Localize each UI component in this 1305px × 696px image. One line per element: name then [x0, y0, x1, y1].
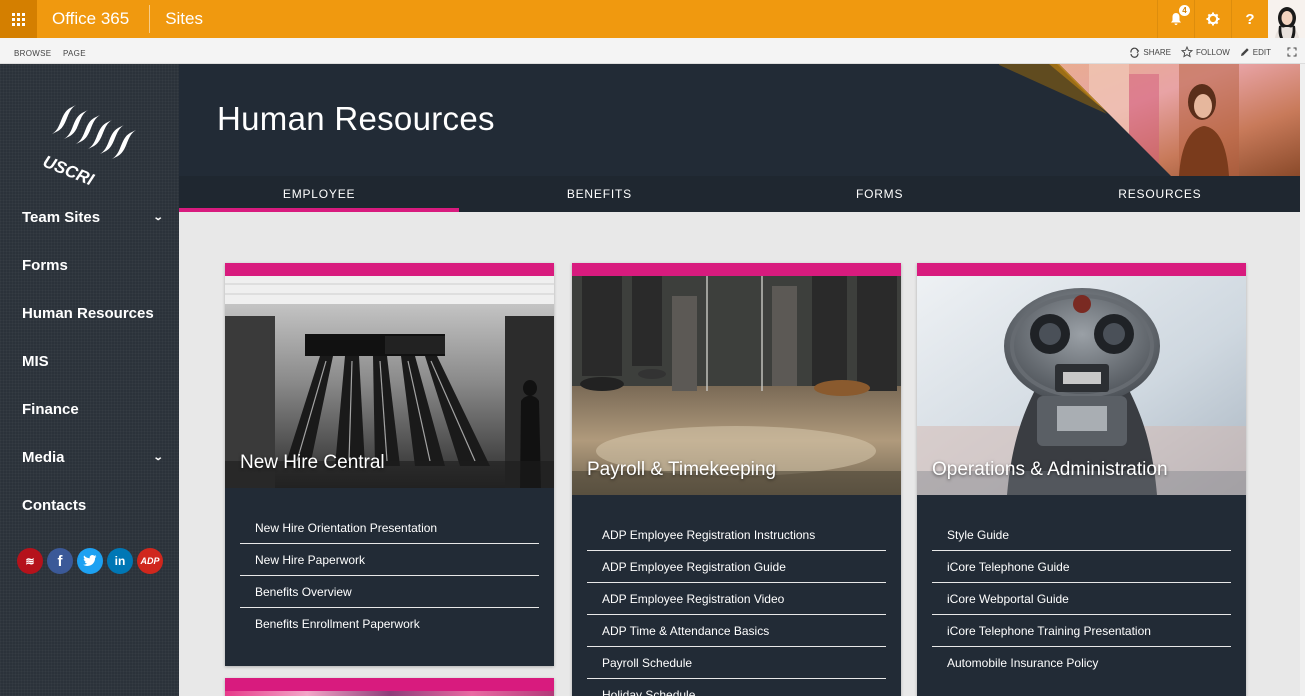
nav-label: Human Resources [22, 305, 154, 322]
card-link[interactable]: New Hire Paperwork [240, 544, 539, 576]
ribbon-tab-browse[interactable]: BROWSE [14, 49, 51, 58]
card-link-list: Style Guide iCore Telephone Guide iCore … [917, 495, 1246, 679]
share-button[interactable]: SHARE [1129, 47, 1171, 58]
nav-item-forms[interactable]: Forms [22, 257, 162, 274]
nav-item-human-resources[interactable]: Human Resources [22, 305, 162, 322]
card-link[interactable]: iCore Telephone Guide [932, 551, 1231, 583]
card-new-hire-central: New Hire Central New Hire Orientation Pr… [225, 263, 554, 666]
card-link[interactable]: Holiday Schedule [587, 679, 886, 696]
card-accent-bar [572, 263, 901, 276]
card-accent-bar [917, 263, 1246, 276]
card-link[interactable]: Payroll Schedule [587, 647, 886, 679]
section-tabs: EMPLOYEE BENEFITS FORMS RESOURCES [179, 176, 1300, 212]
card-title[interactable]: Payroll & Timekeeping [587, 459, 776, 481]
card-link[interactable]: ADP Time & Attendance Basics [587, 615, 886, 647]
nav-label: Media [22, 449, 65, 466]
ribbon-bar: BROWSE PAGE SHARE FOLLOW EDIT [0, 38, 1305, 64]
gear-icon [1206, 12, 1220, 26]
card-link[interactable]: iCore Webportal Guide [932, 583, 1231, 615]
linkedin-icon[interactable]: in [107, 548, 133, 574]
card-link-list: ADP Employee Registration Instructions A… [572, 495, 901, 696]
help-icon: ? [1245, 10, 1255, 28]
uscri-logo[interactable]: USCRI [34, 84, 144, 194]
card-title[interactable]: New Hire Central [240, 452, 385, 474]
edit-label: EDIT [1252, 47, 1271, 57]
card-image[interactable]: New Hire Central [225, 276, 554, 488]
follow-label: FOLLOW [1195, 47, 1230, 57]
hero-banner: Human Resources EMPLOYEE BENEFITS FORMS … [179, 64, 1300, 212]
card-link[interactable]: Benefits Enrollment Paperwork [240, 608, 539, 640]
nav-item-media[interactable]: Media ⌄ [22, 449, 163, 466]
share-icon [1130, 47, 1140, 58]
logo-text: USCRI [40, 152, 97, 190]
card-next-partial [225, 678, 554, 696]
app-launcher-icon[interactable] [0, 0, 37, 38]
card-link[interactable]: ADP Employee Registration Video [587, 583, 886, 615]
edit-button[interactable]: EDIT [1240, 47, 1271, 57]
office365-brand[interactable]: Office 365 [37, 0, 149, 38]
nav-label: Contacts [22, 497, 87, 514]
share-label: SHARE [1143, 47, 1171, 57]
card-payroll-timekeeping: Payroll & Timekeeping ADP Employee Regis… [572, 263, 901, 696]
card-link[interactable]: ADP Employee Registration Instructions [587, 519, 886, 551]
pencil-icon [1240, 48, 1249, 56]
hero-photo [999, 64, 1300, 176]
settings-button[interactable] [1194, 0, 1231, 38]
nav-item-mis[interactable]: MIS [22, 353, 162, 370]
card-title[interactable]: Operations & Administration [932, 459, 1168, 481]
sites-link[interactable]: Sites [150, 9, 203, 29]
card-image[interactable]: Operations & Administration [917, 276, 1246, 495]
nav-label: Forms [22, 257, 68, 274]
fullscreen-icon [1287, 47, 1297, 57]
tab-resources[interactable]: RESOURCES [1020, 176, 1300, 212]
card-link-list: New Hire Orientation Presentation New Hi… [225, 488, 554, 640]
tab-employee[interactable]: EMPLOYEE [179, 176, 460, 212]
ribbon-tab-page[interactable]: PAGE [63, 49, 86, 58]
card-accent-bar [225, 678, 554, 691]
tab-forms[interactable]: FORMS [740, 176, 1020, 212]
twitter-icon[interactable] [77, 548, 103, 574]
star-icon [1180, 46, 1193, 58]
nav-item-contacts[interactable]: Contacts [22, 497, 162, 514]
tab-benefits[interactable]: BENEFITS [459, 176, 739, 212]
facebook-icon[interactable]: f [47, 548, 73, 574]
card-link[interactable]: ADP Employee Registration Guide [587, 551, 886, 583]
nav-item-team-sites[interactable]: Team Sites ⌄ [22, 209, 163, 226]
uscri-social-icon[interactable]: ≋ [17, 548, 43, 574]
user-avatar[interactable] [1268, 0, 1305, 38]
card-operations-administration: Operations & Administration Style Guide … [917, 263, 1246, 696]
card-link[interactable]: iCore Telephone Training Presentation [932, 615, 1231, 647]
page-scrollbar[interactable] [1300, 64, 1305, 696]
focus-mode-button[interactable] [1287, 47, 1297, 57]
nav-label: Finance [22, 401, 79, 418]
left-navigation: USCRI Team Sites ⌄ Forms Human Resources… [0, 64, 179, 696]
notification-badge: 4 [1179, 5, 1190, 16]
card-link[interactable]: Automobile Insurance Policy [932, 647, 1231, 679]
follow-button[interactable]: FOLLOW [1180, 46, 1230, 58]
nav-label: Team Sites [22, 209, 101, 226]
help-button[interactable]: ? [1231, 0, 1268, 38]
chevron-down-icon[interactable]: ⌄ [152, 212, 163, 223]
card-image[interactable] [225, 691, 554, 696]
nav-label: MIS [22, 353, 49, 370]
page-title: Human Resources [217, 100, 495, 137]
nav-item-finance[interactable]: Finance [22, 401, 162, 418]
card-accent-bar [225, 263, 554, 276]
card-link[interactable]: New Hire Orientation Presentation [240, 512, 539, 544]
card-link[interactable]: Benefits Overview [240, 576, 539, 608]
chevron-down-icon[interactable]: ⌄ [152, 452, 163, 463]
suite-bar: Office 365 Sites 4 ? [0, 0, 1305, 38]
card-link[interactable]: Style Guide [932, 519, 1231, 551]
card-image[interactable]: Payroll & Timekeeping [572, 276, 901, 495]
social-links: ≋ f in ADP [17, 548, 163, 574]
adp-icon[interactable]: ADP [137, 548, 163, 574]
notifications-button[interactable]: 4 [1157, 0, 1194, 38]
